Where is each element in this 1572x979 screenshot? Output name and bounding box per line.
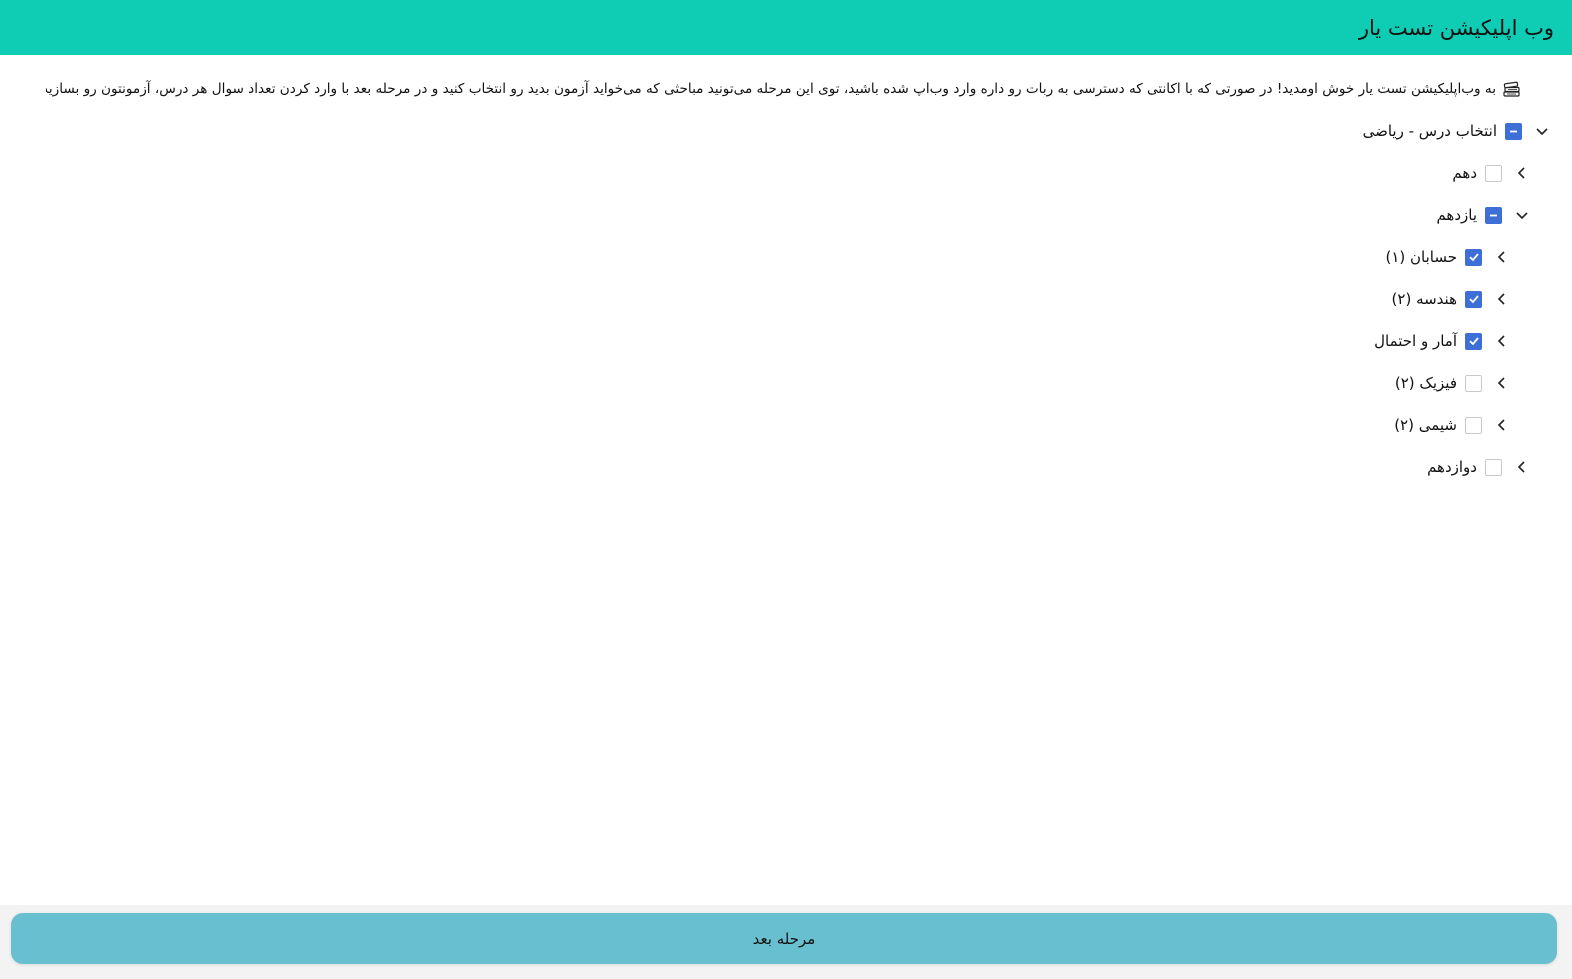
welcome-message: به وب‌اپلیکیشن تست یار خوش اومدید! در صو… (46, 81, 1496, 97)
tree-node-label: هندسه (۲) (1391, 290, 1457, 308)
tree-node-grade-11[interactable]: یازدهم (1436, 202, 1530, 228)
grade-checkbox[interactable] (1485, 164, 1502, 182)
app-title: وب اپلیکیشن تست یار (1358, 15, 1554, 40)
tree-node-label: یازدهم (1436, 206, 1477, 224)
tree-node-label: دوازدهم (1427, 458, 1477, 476)
next-step-button[interactable]: مرحله بعد (11, 913, 1557, 964)
subject-checkbox[interactable] (1465, 416, 1482, 434)
chevron-left-icon[interactable] (1514, 165, 1530, 181)
tree-node-label: دهم (1452, 164, 1477, 182)
subject-checkbox[interactable] (1465, 290, 1482, 308)
tree-node-subject-chemistry[interactable]: شیمی (۲) (1394, 412, 1510, 438)
tree-node-subject-hesaban[interactable]: حسابان (۱) (1385, 244, 1510, 270)
tree-node-subject-statistics[interactable]: آمار و احتمال (1374, 328, 1510, 354)
app-header: وب اپلیکیشن تست یار (0, 0, 1572, 55)
grade-checkbox[interactable] (1485, 206, 1502, 224)
tree-node-label: انتخاب درس - ریاضی (1362, 122, 1497, 140)
tree-node-grade-10[interactable]: دهم (1452, 160, 1530, 186)
grade-checkbox[interactable] (1485, 458, 1502, 476)
tree-node-grade-12[interactable]: دوازدهم (1427, 454, 1530, 480)
books-icon (1502, 79, 1522, 99)
tree-node-subject-physics[interactable]: فیزیک (۲) (1395, 370, 1510, 396)
subject-checkbox[interactable] (1465, 332, 1482, 350)
tree-node-label: فیزیک (۲) (1394, 374, 1457, 392)
tree-node-label: آمار و احتمال (1374, 332, 1457, 350)
root-checkbox[interactable] (1505, 122, 1522, 140)
chevron-left-icon[interactable] (1494, 375, 1510, 391)
tree-node-label: حسابان (۱) (1385, 248, 1457, 266)
chevron-left-icon[interactable] (1514, 459, 1530, 475)
tree-node-subject-geometry[interactable]: هندسه (۲) (1392, 286, 1510, 312)
app-page: وب اپلیکیشن تست یار به وب‌اپلیکیشن تست ی… (0, 0, 1572, 979)
chevron-down-icon[interactable] (1514, 207, 1530, 223)
tree-node-label: شیمی (۲) (1394, 416, 1457, 434)
chevron-down-icon[interactable] (1534, 123, 1550, 139)
tree-node-root[interactable]: انتخاب درس - ریاضی (1363, 118, 1550, 144)
chevron-left-icon[interactable] (1494, 333, 1510, 349)
chevron-left-icon[interactable] (1494, 417, 1510, 433)
chevron-left-icon[interactable] (1494, 249, 1510, 265)
subject-checkbox[interactable] (1465, 248, 1482, 266)
chevron-left-icon[interactable] (1494, 291, 1510, 307)
subject-checkbox[interactable] (1465, 374, 1482, 392)
